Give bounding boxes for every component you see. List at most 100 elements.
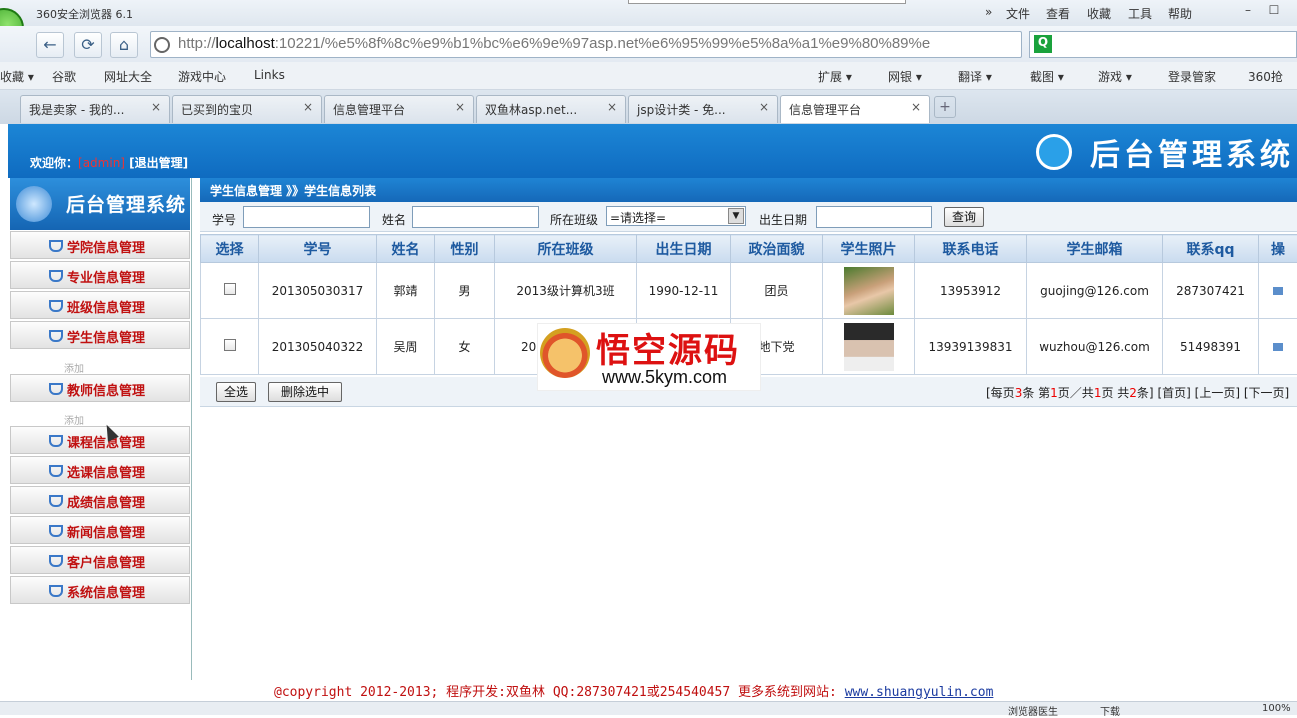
bookmark-links[interactable]: Links <box>254 68 285 82</box>
next-page-link[interactable]: [下一页] <box>1244 386 1289 400</box>
tab-info-platform-active[interactable]: 信息管理平台 × <box>780 95 930 123</box>
delete-selected-button[interactable]: 删除选中 <box>268 382 342 402</box>
sidebar-item-news[interactable]: 新闻信息管理 <box>10 516 190 544</box>
tab-close-icon[interactable]: × <box>911 100 921 114</box>
name-input[interactable] <box>412 206 539 228</box>
prev-page-link[interactable]: [上一页] <box>1195 386 1240 400</box>
menu-help[interactable]: 帮助 <box>1168 5 1192 22</box>
edit-icon[interactable] <box>1273 343 1283 351</box>
tab-close-icon[interactable]: × <box>607 100 617 114</box>
back-button[interactable]: ← <box>36 32 64 58</box>
toolbar-extensions[interactable]: 扩展 ▾ <box>818 68 852 85</box>
menu-view[interactable]: 查看 <box>1046 5 1070 22</box>
sidebar-item-teacher[interactable]: 教师信息管理 <box>10 374 190 402</box>
tab-shuangyulin[interactable]: 双鱼林asp.net... × <box>476 95 626 123</box>
titlebar-search-stub <box>628 0 906 4</box>
student-photo[interactable] <box>844 267 894 315</box>
security-icon[interactable] <box>154 37 170 53</box>
watermark-monkey-icon <box>540 328 590 378</box>
sidebar-item-major[interactable]: 专业信息管理 <box>10 261 190 289</box>
row-checkbox[interactable] <box>224 283 236 295</box>
site-link[interactable]: www.shuangyulin.com <box>845 685 994 700</box>
home-button[interactable]: ⌂ <box>110 32 138 58</box>
menu-item-icon <box>49 495 63 507</box>
cell-email: guojing@126.com <box>1027 263 1163 319</box>
sidebar-item-score[interactable]: 成绩信息管理 <box>10 486 190 514</box>
cell-name: 郭靖 <box>377 263 435 319</box>
chevron-down-icon[interactable]: ▼ <box>728 208 744 224</box>
row-checkbox[interactable] <box>224 339 236 351</box>
new-tab-button[interactable]: + <box>934 96 956 118</box>
menu-item-icon <box>49 465 63 477</box>
tab-label: 我是卖家 - 我的... <box>29 103 124 117</box>
tab-label: jsp设计类 - 免... <box>637 103 726 117</box>
col-header: 姓名 <box>377 235 435 263</box>
tab-close-icon[interactable]: × <box>455 100 465 114</box>
tab-seller[interactable]: 我是卖家 - 我的... × <box>20 95 170 123</box>
bookmark-favorites[interactable]: 收藏 ▾ <box>0 68 34 85</box>
cell-id: 201305040322 <box>259 319 377 375</box>
sidebar-item-course[interactable]: 课程信息管理 <box>10 426 190 454</box>
menu-chevron-icon[interactable]: » <box>985 5 992 19</box>
bookmark-games[interactable]: 游戏中心 <box>178 68 226 85</box>
bookmark-google[interactable]: 谷歌 <box>52 68 76 85</box>
minimize-button[interactable]: – <box>1238 3 1258 21</box>
sidebar-item-college[interactable]: 学院信息管理 <box>10 231 190 259</box>
cell-qq: 287307421 <box>1163 263 1259 319</box>
watermark-url: www.5kym.com <box>602 367 727 388</box>
bookmark-hao[interactable]: 网址大全 <box>104 68 152 85</box>
table-header-row: 选择 学号 姓名 性别 所在班级 出生日期 政治面貌 学生照片 联系电话 学生邮… <box>201 235 1297 263</box>
sidebar-sub-add[interactable]: 添加 <box>64 412 84 427</box>
sidebar-item-class[interactable]: 班级信息管理 <box>10 291 190 319</box>
first-page-link[interactable]: [首页] <box>1157 386 1190 400</box>
cell-phone: 13953912 <box>915 263 1027 319</box>
edit-icon[interactable] <box>1273 287 1283 295</box>
sidebar-item-student[interactable]: 学生信息管理 <box>10 321 190 349</box>
refresh-button[interactable]: ⟳ <box>74 32 102 58</box>
sidebar-item-enroll[interactable]: 选课信息管理 <box>10 456 190 484</box>
menu-item-icon <box>49 383 63 395</box>
select-all-button[interactable]: 全选 <box>216 382 256 402</box>
toolbar-translate[interactable]: 翻译 ▾ <box>958 68 992 85</box>
menu-tools[interactable]: 工具 <box>1128 5 1152 22</box>
menu-file[interactable]: 文件 <box>1006 5 1030 22</box>
toolbar-login-manager[interactable]: 登录管家 <box>1168 68 1216 85</box>
window-title: 360安全浏览器 6.1 <box>36 6 133 22</box>
student-id-label: 学号 <box>212 211 236 228</box>
zoom-level[interactable]: 100% <box>1262 703 1291 714</box>
tab-close-icon[interactable]: × <box>759 100 769 114</box>
query-button[interactable]: 查询 <box>944 207 984 227</box>
search-box[interactable] <box>1029 31 1297 58</box>
logout-link[interactable]: [退出管理] <box>129 156 188 170</box>
tab-close-icon[interactable]: × <box>303 100 313 114</box>
tab-close-icon[interactable]: × <box>151 100 161 114</box>
student-photo[interactable] <box>844 323 894 371</box>
toolbar-360[interactable]: 360抢 <box>1248 68 1283 85</box>
cell-id: 201305030317 <box>259 263 377 319</box>
sidebar-sub-add[interactable]: 添加 <box>64 360 84 375</box>
toolbar-screenshot[interactable]: 截图 ▾ <box>1030 68 1064 85</box>
sidebar-item-customer[interactable]: 客户信息管理 <box>10 546 190 574</box>
maximize-button[interactable]: ☐ <box>1264 3 1284 21</box>
tab-jsp[interactable]: jsp设计类 - 免... × <box>628 95 778 123</box>
tab-label: 已买到的宝贝 <box>181 103 253 117</box>
tab-label: 双鱼林asp.net... <box>485 103 577 117</box>
browser-doctor[interactable]: 浏览器医生 <box>1008 703 1058 718</box>
tab-info-platform[interactable]: 信息管理平台× <box>324 95 474 123</box>
menu-favorites[interactable]: 收藏 <box>1087 5 1111 22</box>
cell-politics: 团员 <box>731 263 823 319</box>
birth-input[interactable] <box>816 206 932 228</box>
class-select[interactable]: =请选择= <box>606 206 746 226</box>
toolbar-games[interactable]: 游戏 ▾ <box>1098 68 1132 85</box>
search-engine-icon[interactable]: Q <box>1034 35 1052 53</box>
download-status[interactable]: 下载 <box>1100 703 1120 718</box>
url-text[interactable]: http://localhost:10221/%e5%8f%8c%e9%b1%b… <box>178 35 930 52</box>
menu-item-icon <box>49 435 63 447</box>
tab-label: 信息管理平台 <box>789 103 861 117</box>
watermark-title: 悟空源码 <box>596 323 740 372</box>
toolbar-bank[interactable]: 网银 ▾ <box>888 68 922 85</box>
sidebar-item-system[interactable]: 系统信息管理 <box>10 576 190 604</box>
col-header: 政治面貌 <box>731 235 823 263</box>
tab-bought[interactable]: 已买到的宝贝 × <box>172 95 322 123</box>
student-id-input[interactable] <box>243 206 370 228</box>
